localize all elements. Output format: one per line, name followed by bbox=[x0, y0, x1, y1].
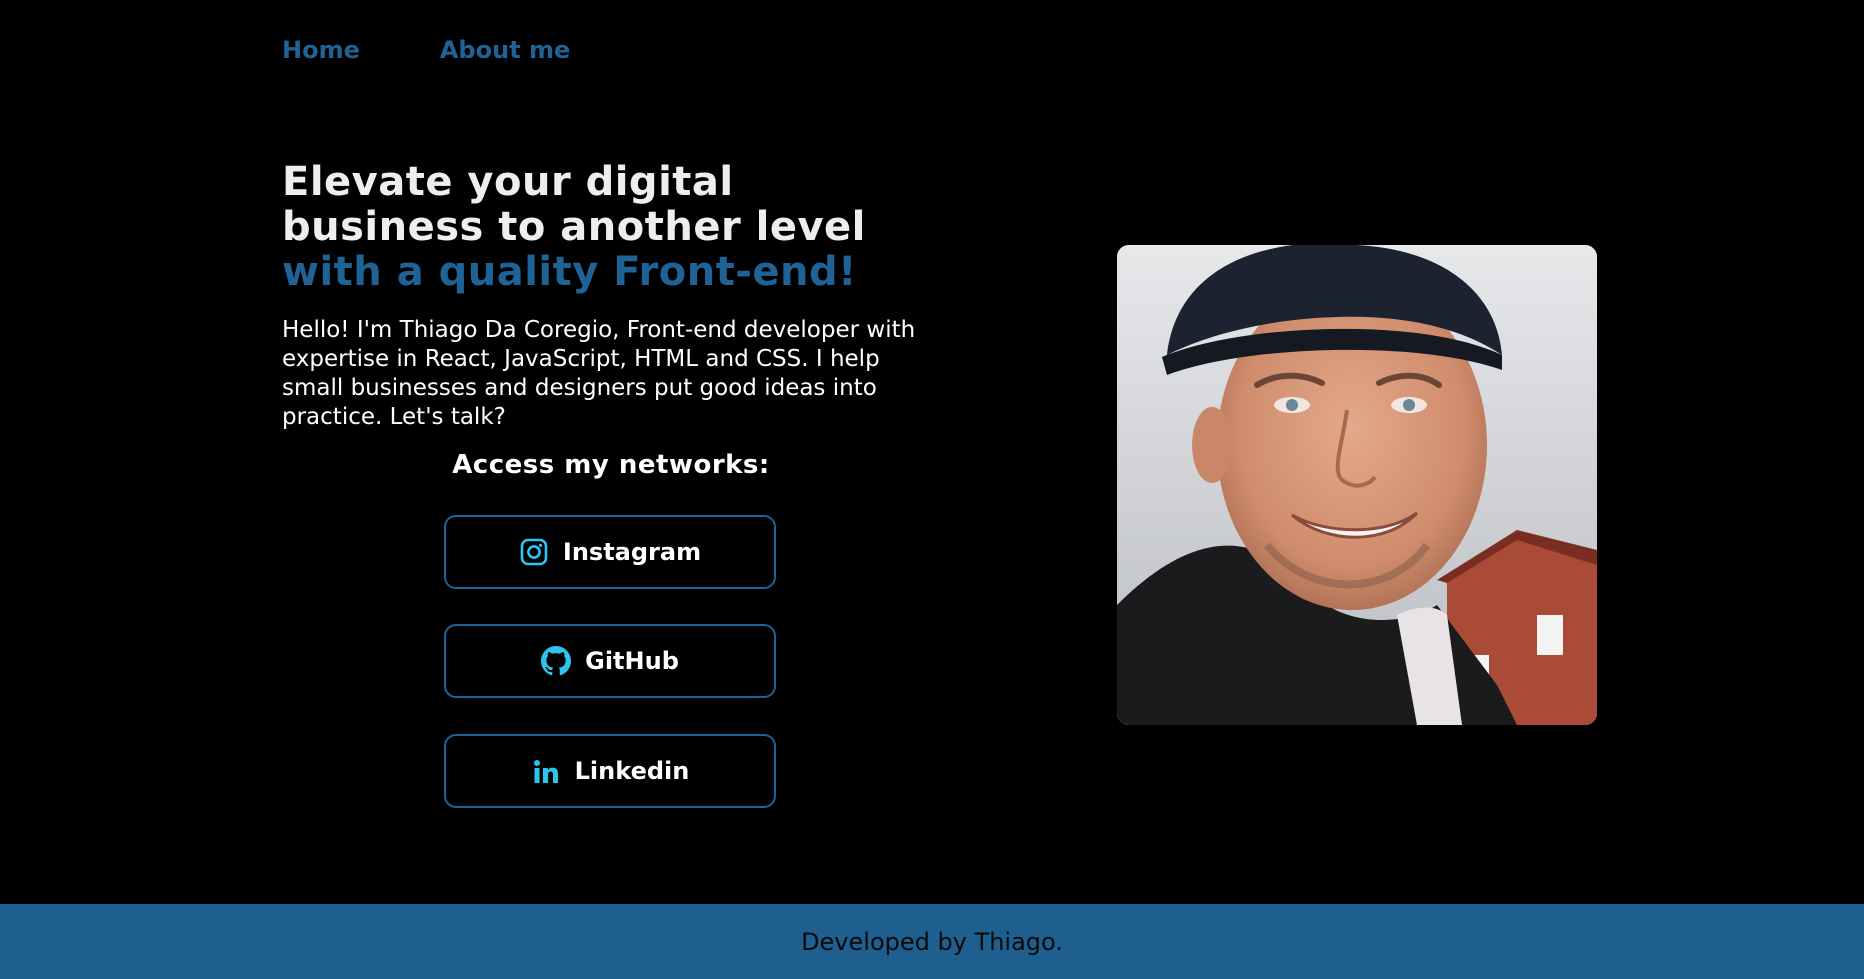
hero-title-line2: business to another level bbox=[282, 204, 866, 250]
github-label: GitHub bbox=[585, 647, 679, 675]
intro-text: Hello! I'm Thiago Da Coregio, Front-end … bbox=[282, 317, 916, 430]
hero-title-line1: Elevate your digital bbox=[282, 159, 734, 205]
hero-title-accent: with a quality Front-end! bbox=[282, 249, 857, 295]
linkedin-button[interactable]: Linkedin bbox=[444, 734, 776, 808]
linkedin-icon bbox=[531, 756, 561, 786]
profile-photo bbox=[1117, 245, 1597, 725]
instagram-icon bbox=[519, 537, 549, 567]
instagram-button[interactable]: Instagram bbox=[444, 515, 776, 589]
nav-about-link[interactable]: About me bbox=[440, 36, 570, 64]
footer-text: Developed by Thiago. bbox=[801, 927, 1063, 956]
nav-home-link[interactable]: Home bbox=[282, 36, 360, 64]
top-nav: Home About me bbox=[282, 36, 570, 64]
github-icon bbox=[541, 646, 572, 676]
footer: Developed by Thiago. bbox=[0, 904, 1864, 979]
page: Home About me Elevate your digital busin… bbox=[0, 0, 1864, 979]
linkedin-label: Linkedin bbox=[574, 757, 690, 785]
github-button[interactable]: GitHub bbox=[444, 624, 776, 698]
hero-title: Elevate your digital business to another… bbox=[282, 160, 962, 295]
instagram-label: Instagram bbox=[562, 538, 702, 566]
networks-title: Access my networks: bbox=[452, 450, 770, 480]
